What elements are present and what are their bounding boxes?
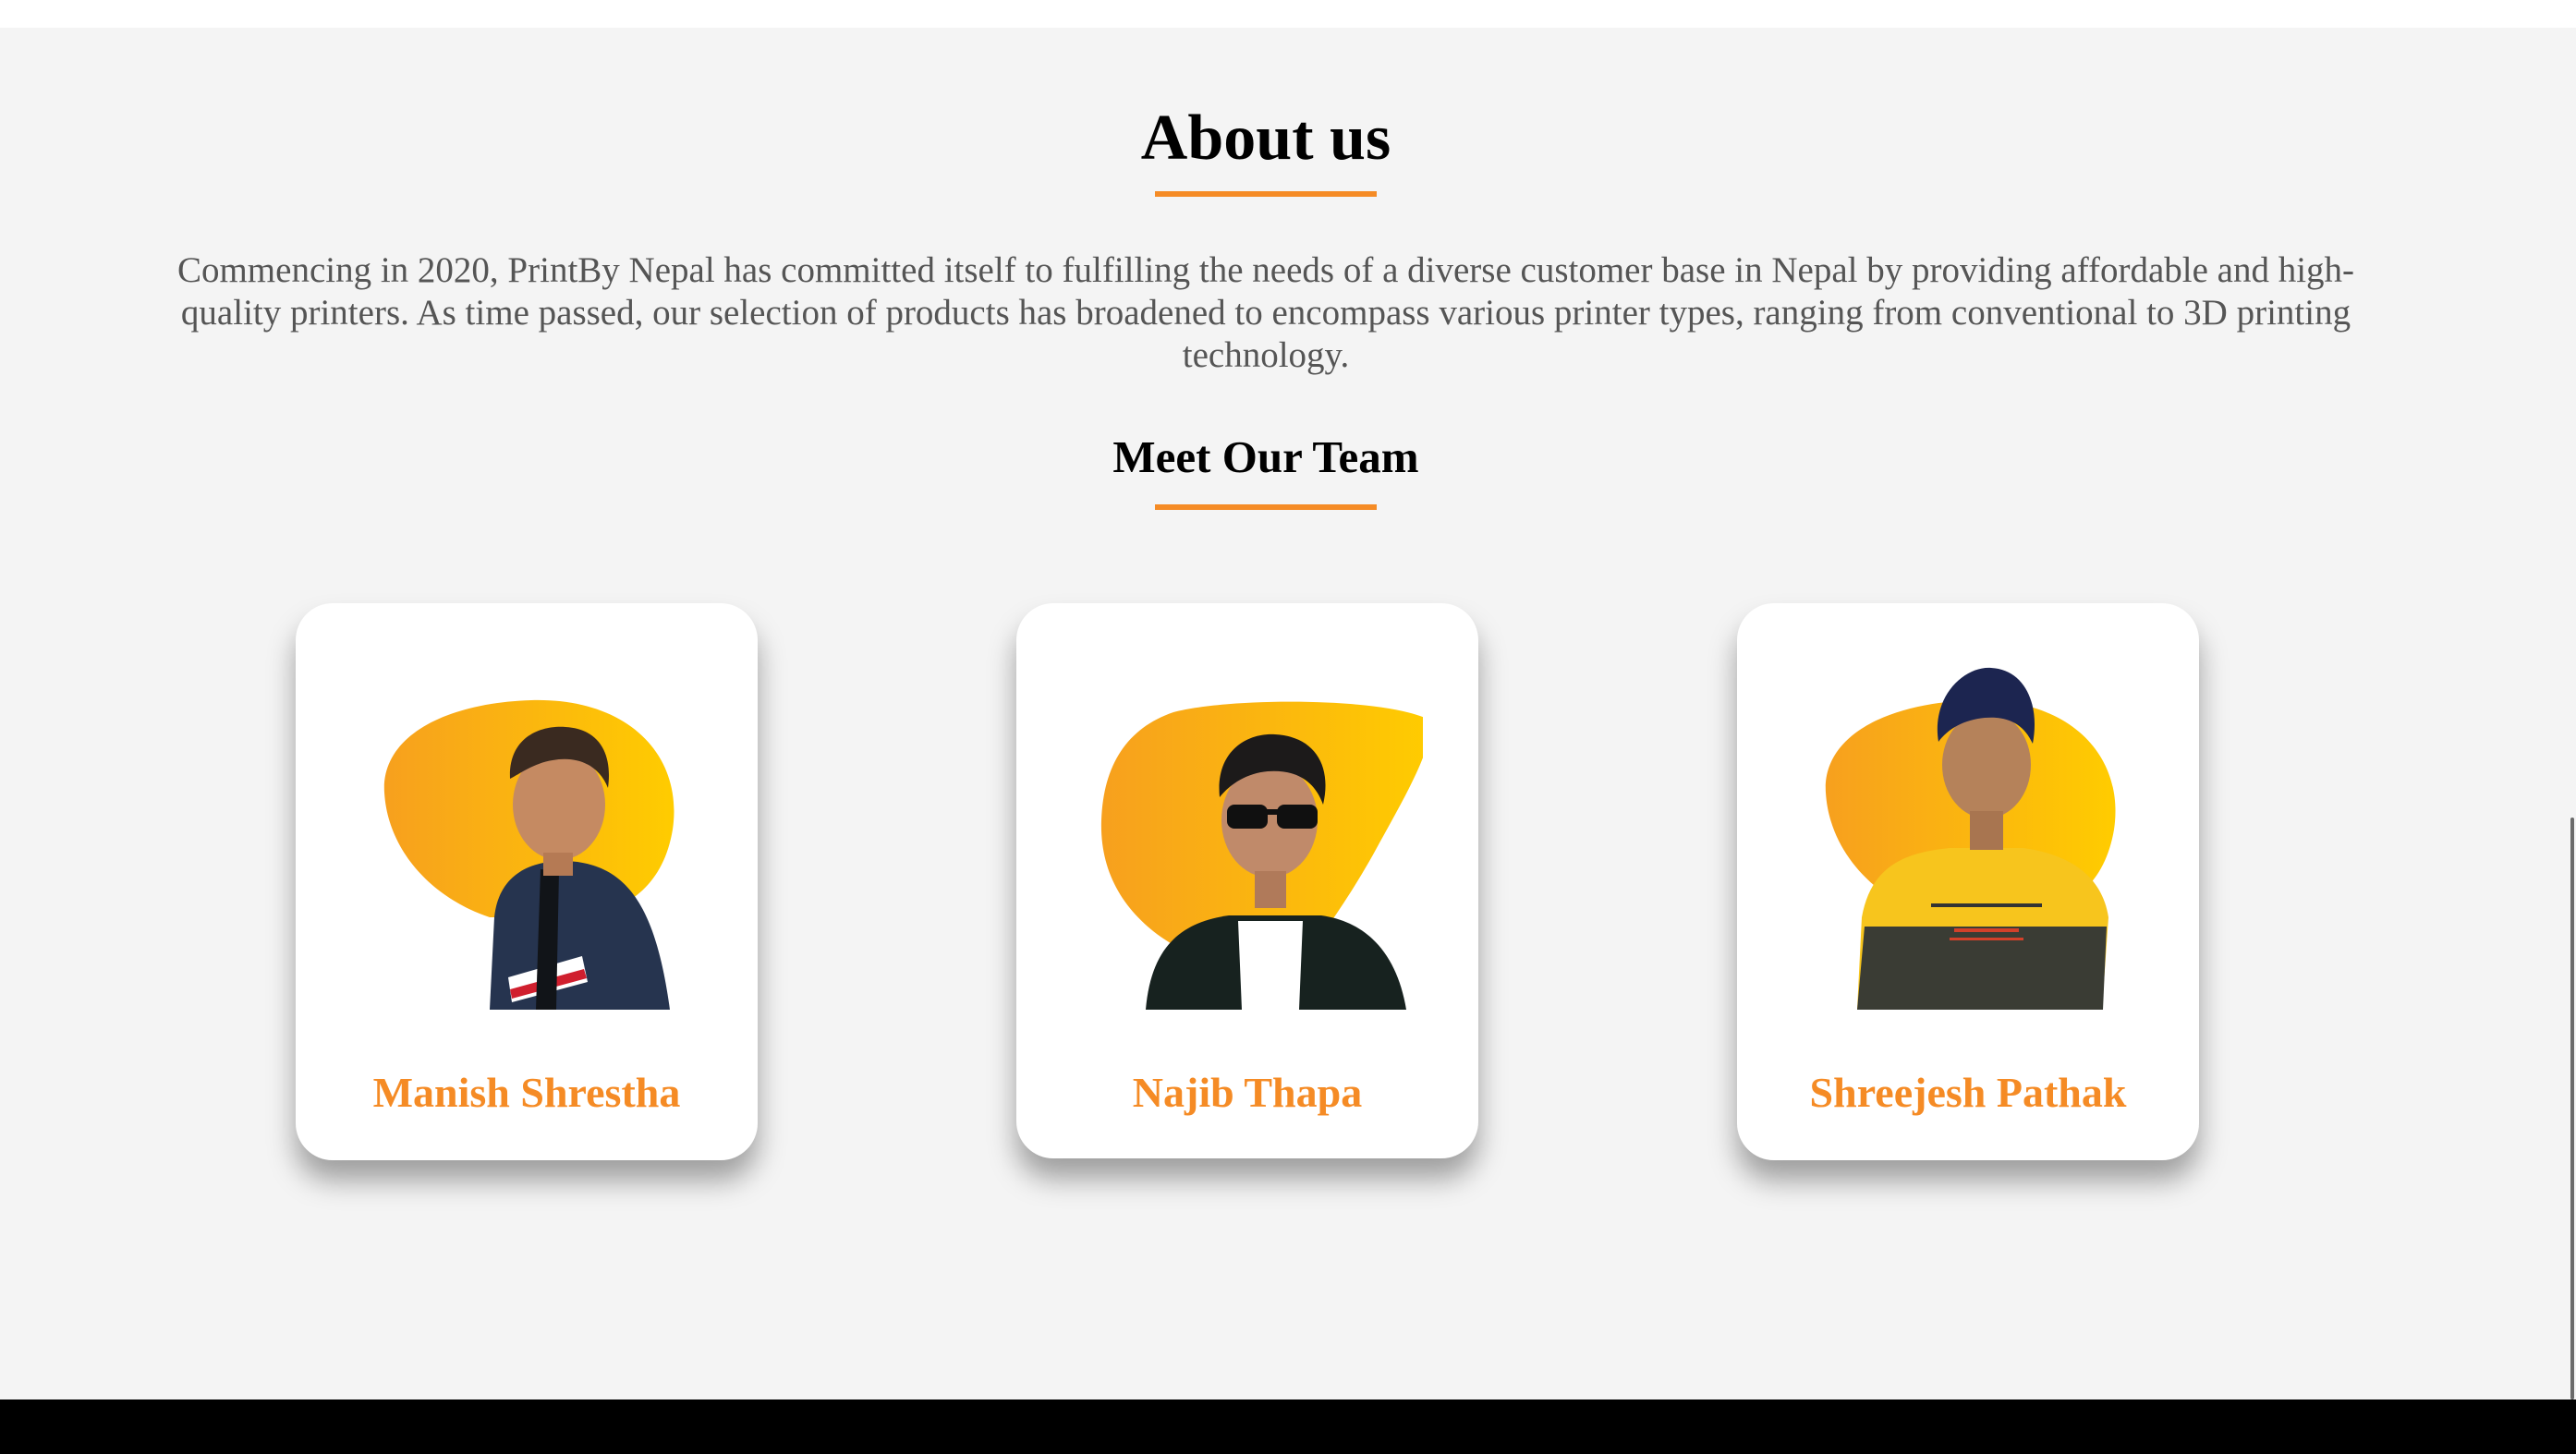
member-name: Shreejesh Pathak [1809, 1069, 2127, 1116]
member-name: Manish Shrestha [372, 1069, 681, 1116]
page: About us Commencing in 2020, PrintBy Nep… [0, 0, 2576, 1454]
team-card-shreejesh: Shreejesh Pathak [1737, 603, 2199, 1160]
member-photo [1792, 640, 2144, 1010]
scrollbar-thumb[interactable] [2570, 818, 2574, 1399]
top-navbar-edge [0, 0, 2576, 28]
about-description: Commencing in 2020, PrintBy Nepal has co… [176, 250, 2355, 375]
about-section: About us Commencing in 2020, PrintBy Nep… [0, 28, 2569, 1399]
team-card-manish: Manish Shrestha [296, 603, 758, 1160]
member-photo [351, 640, 702, 1010]
member-name: Najib Thapa [1132, 1069, 1363, 1116]
team-title: Meet Our Team [1112, 431, 1419, 482]
photo-person-sunglasses-blazer-icon [1100, 701, 1423, 1010]
member-photo [1072, 640, 1423, 1010]
footer [0, 1399, 2576, 1454]
photo-person-jacket-icon [383, 699, 674, 1010]
photo-person-yellow-sweater-icon [1825, 667, 2116, 1010]
about-title-underline [1155, 191, 1377, 197]
team-card-najib: Najib Thapa [1016, 603, 1478, 1158]
about-title: About us [1140, 103, 1391, 174]
team-title-underline [1155, 504, 1377, 510]
